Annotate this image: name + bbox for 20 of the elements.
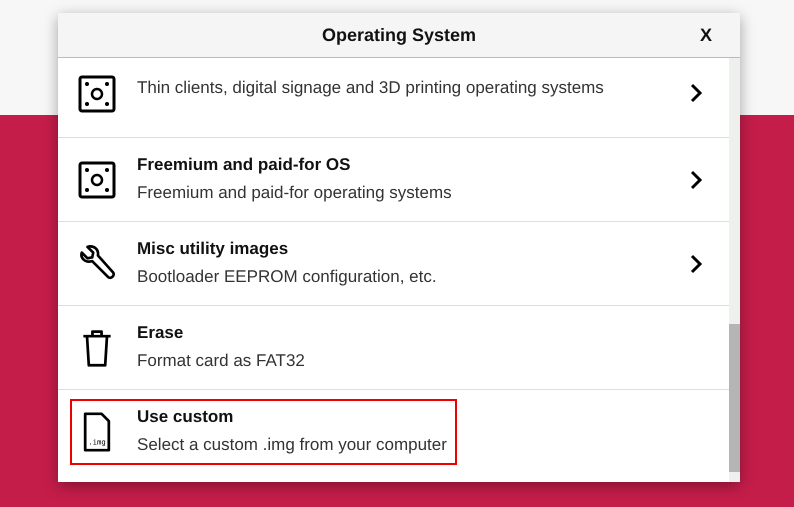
item-title: Use custom bbox=[137, 407, 234, 427]
dialog-title: Operating System bbox=[322, 24, 476, 46]
item-title: Misc utility images bbox=[137, 238, 290, 258]
item-description: Bootloader EEPROM configuration, etc. bbox=[137, 266, 437, 288]
icon-label: .img bbox=[88, 438, 106, 447]
close-button[interactable]: X bbox=[700, 25, 712, 46]
list-item[interactable]: Misc utility images Bootloader EEPROM configuration, etc. bbox=[58, 222, 729, 306]
list-item[interactable]: Thin clients, digital signage and 3D printing operating systems bbox=[58, 58, 729, 138]
item-description: Select a custom .img from your computer bbox=[137, 434, 447, 456]
item-title: Erase bbox=[137, 322, 184, 342]
scrollbar-thumb[interactable] bbox=[729, 324, 740, 472]
list-item[interactable]: Freemium and paid-for OS Freemium and paid-for operating systems bbox=[58, 138, 729, 222]
item-description: Format card as FAT32 bbox=[137, 350, 305, 372]
list-item[interactable]: Erase Format card as FAT32 bbox=[58, 306, 729, 390]
board-icon bbox=[78, 160, 116, 200]
item-description: Thin clients, digital signage and 3D printing operating systems bbox=[137, 77, 604, 99]
board-icon bbox=[78, 74, 116, 114]
item-title: Freemium and paid-for OS bbox=[137, 154, 352, 174]
item-description: Freemium and paid-for operating systems bbox=[137, 182, 452, 204]
list-item[interactable]: .img Use custom Select a custom .img from your computer bbox=[58, 390, 729, 474]
